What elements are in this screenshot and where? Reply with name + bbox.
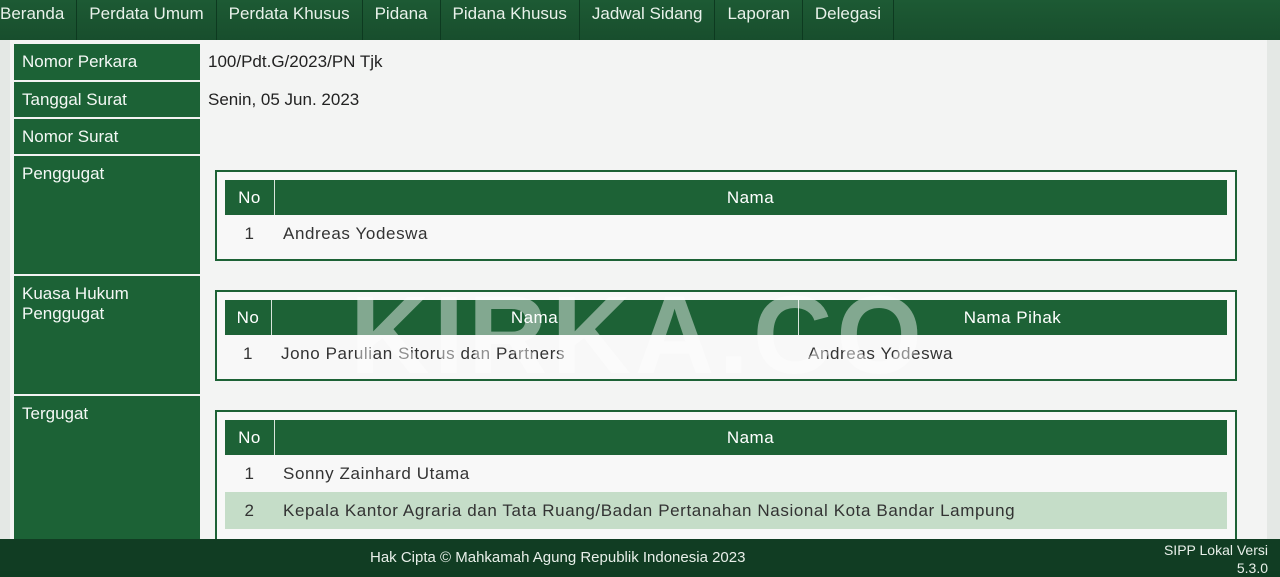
version-line2: 5.3.0 [1236, 560, 1268, 576]
nav-perdata-khusus[interactable]: Perdata Khusus [217, 0, 363, 40]
table-row: 1 Sonny Zainhard Utama [225, 455, 1227, 492]
nav-perdata-umum[interactable]: Perdata Umum [77, 0, 217, 40]
header-nama: Nama [726, 428, 775, 447]
label-penggugat: Penggugat [14, 156, 200, 274]
table-row: 2 Kepala Kantor Agraria dan Tata Ruang/B… [225, 492, 1227, 529]
label-nomor-surat: Nomor Surat [14, 119, 200, 154]
cell-no: 1 [244, 464, 255, 483]
row-nomor-perkara: Nomor Perkara 100/Pdt.G/2023/PN Tjk [10, 44, 1267, 80]
tergugat-table: No Nama 1 Sonny Zainhard Utama 2 Kepala … [225, 420, 1227, 529]
label-kuasa-line1: Kuasa Hukum [22, 284, 129, 303]
label-tergugat: Tergugat [14, 396, 200, 539]
penggugat-panel: No Nama 1 Andreas Yodeswa [215, 170, 1237, 261]
row-tanggal-surat: Tanggal Surat Senin, 05 Jun. 2023 [10, 82, 1267, 117]
cell-nama: Sonny Zainhard Utama [283, 464, 470, 483]
nav-pidana[interactable]: Pidana [363, 0, 441, 40]
footer: Hak Cipta © Mahkamah Agung Republik Indo… [0, 539, 1280, 576]
nav-beranda[interactable]: Beranda [0, 0, 78, 40]
cell-nama: Kepala Kantor Agraria dan Tata Ruang/Bad… [283, 501, 1016, 520]
copyright-text: Hak Cipta © Mahkamah Agung Republik Indo… [370, 549, 746, 566]
nav-laporan[interactable]: Laporan [715, 0, 803, 40]
cell-nama: Andreas Yodeswa [283, 224, 429, 243]
nav-delegasi[interactable]: Delegasi [803, 0, 895, 40]
header-no: No [225, 420, 275, 455]
cell-no: 2 [244, 501, 255, 520]
header-nama: Nama [726, 188, 775, 207]
watermark: KIRKA.CO [350, 274, 926, 397]
label-kuasa-hukum: Kuasa Hukum Penggugat [14, 276, 200, 394]
nav-pidana-khusus[interactable]: Pidana Khusus [441, 0, 580, 40]
version-text: SIPP Lokal Versi 5.3.0 [1148, 541, 1268, 577]
row-nomor-surat: Nomor Surat [10, 119, 1267, 154]
top-nav: Beranda Perdata Umum Perdata Khusus Pida… [0, 0, 1280, 40]
detail-panel: Nomor Perkara 100/Pdt.G/2023/PN Tjk Tang… [10, 40, 1267, 539]
cell-no: 1 [242, 344, 254, 363]
nav-jadwal-sidang[interactable]: Jadwal Sidang [580, 0, 716, 40]
header-no: No [225, 180, 275, 215]
table-row: 1 Andreas Yodeswa [225, 215, 1227, 252]
version-line1: SIPP Lokal Versi [1163, 542, 1268, 558]
label-kuasa-line2: Penggugat [22, 304, 105, 323]
header-no: No [225, 300, 272, 335]
table-header: No Nama [225, 180, 1227, 215]
cell-no: 1 [244, 224, 255, 243]
content-area: Nomor Perkara 100/Pdt.G/2023/PN Tjk Tang… [0, 40, 1280, 539]
label-nomor-perkara: Nomor Perkara [14, 44, 200, 80]
tergugat-panel: No Nama 1 Sonny Zainhard Utama 2 Kepala … [215, 410, 1237, 539]
penggugat-table: No Nama 1 Andreas Yodeswa [225, 180, 1227, 252]
table-header: No Nama [225, 420, 1227, 455]
label-tanggal-surat: Tanggal Surat [14, 82, 200, 117]
